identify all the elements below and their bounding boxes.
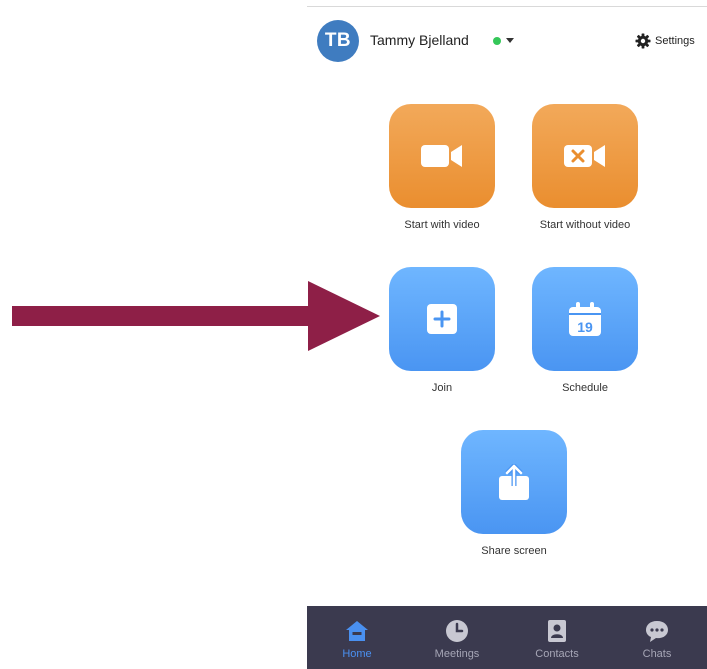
start-without-video-label: Start without video xyxy=(539,219,631,231)
schedule-label: Schedule xyxy=(562,382,608,394)
avatar[interactable]: TB xyxy=(317,20,359,62)
video-camera-icon xyxy=(421,145,462,167)
nav-chats-label: Chats xyxy=(642,648,672,660)
calendar-date: 19 xyxy=(577,319,593,335)
settings-button[interactable]: Settings xyxy=(635,33,695,49)
start-with-video-label: Start with video xyxy=(404,219,480,231)
join-label: Join xyxy=(431,382,453,394)
status-dropdown-caret-icon[interactable] xyxy=(506,38,514,43)
settings-label: Settings xyxy=(655,35,695,47)
nav-chats[interactable]: Chats xyxy=(612,606,702,660)
nav-contacts-label: Contacts xyxy=(535,648,579,660)
video-off-icon xyxy=(564,145,605,167)
nav-contacts[interactable]: Contacts xyxy=(512,606,602,660)
schedule-button[interactable]: 19 xyxy=(532,267,638,371)
nav-home-label: Home xyxy=(342,648,372,660)
contact-book-icon xyxy=(548,620,566,642)
gear-icon xyxy=(635,33,651,49)
nav-meetings-label: Meetings xyxy=(434,648,480,660)
start-with-video-button[interactable] xyxy=(389,104,495,208)
share-screen-label: Share screen xyxy=(481,545,547,557)
join-button[interactable] xyxy=(389,267,495,371)
share-screen-button[interactable] xyxy=(461,430,567,534)
plus-icon xyxy=(427,304,457,334)
home-icon xyxy=(346,621,368,641)
start-without-video-button[interactable] xyxy=(532,104,638,208)
nav-home[interactable]: Home xyxy=(312,606,402,660)
nav-meetings[interactable]: Meetings xyxy=(412,606,502,660)
chat-bubble-icon xyxy=(646,621,668,642)
top-divider xyxy=(307,6,707,7)
status-indicator[interactable] xyxy=(493,37,501,45)
annotation-arrow-icon xyxy=(308,281,380,351)
bottom-nav: Home Meetings Contacts Chats xyxy=(307,606,707,669)
annotation-arrow-shaft xyxy=(12,306,312,326)
share-upload-icon xyxy=(499,464,529,500)
user-name: Tammy Bjelland xyxy=(370,32,469,48)
calendar-icon: 19 xyxy=(569,302,601,336)
clock-icon xyxy=(446,620,468,642)
